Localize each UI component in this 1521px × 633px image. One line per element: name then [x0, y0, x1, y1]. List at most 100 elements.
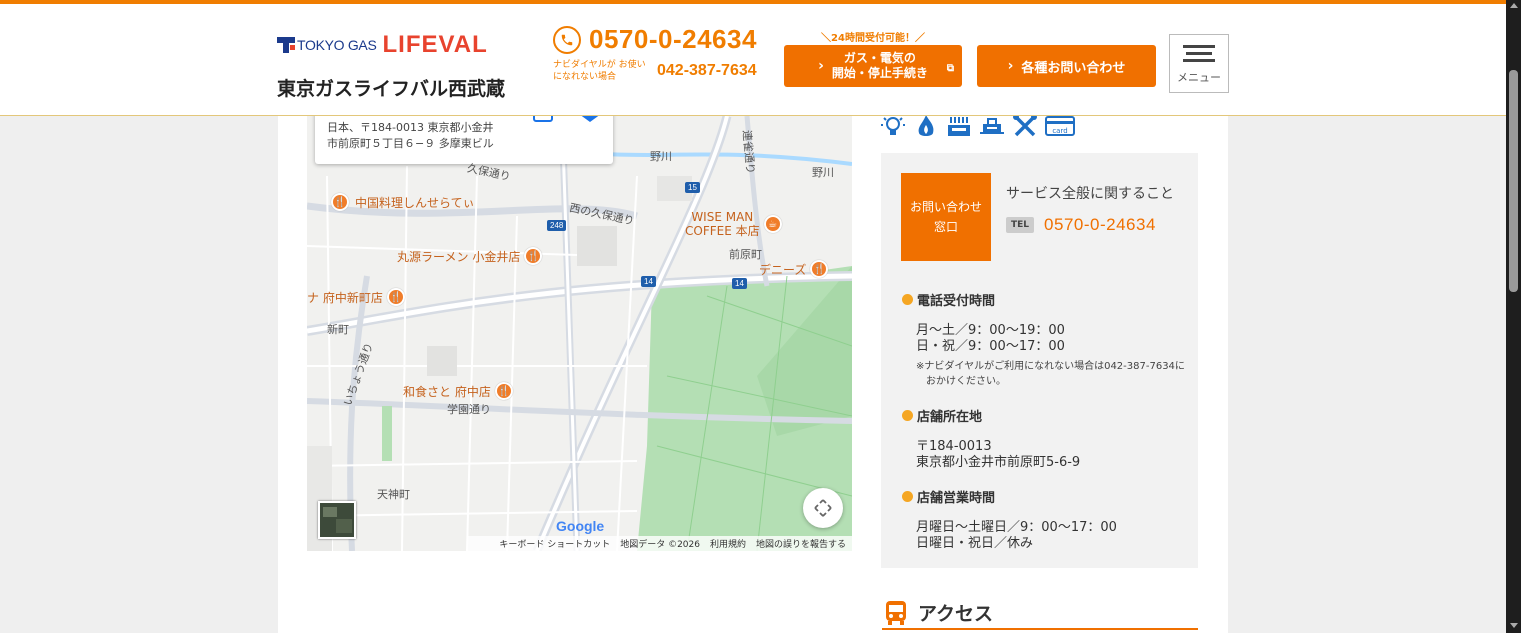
- restaurant-pin-icon: 🍴: [386, 288, 405, 306]
- map-address-card: 日本、〒184-0013 東京都小金井 市前原町５丁目６−９ 多摩東ビル: [315, 116, 613, 164]
- map-poi-label: COFFEE 本店: [685, 224, 760, 238]
- map-road-label: 天神町: [377, 488, 410, 501]
- inquiry-button[interactable]: › 各種お問い合わせ: [977, 45, 1156, 87]
- store-postal-code: 〒184-0013: [916, 439, 992, 454]
- google-map[interactable]: 日本、〒184-0013 東京都小金井 市前原町５丁目６−９ 多摩東ビル 久保通…: [307, 116, 852, 551]
- menu-button[interactable]: メニュー: [1169, 34, 1229, 93]
- map-poi[interactable]: デニーズ 🍴: [759, 260, 829, 278]
- contact-tel-number[interactable]: 0570-0-24634: [1044, 215, 1156, 235]
- contact-title: サービス全般に関すること: [1006, 186, 1174, 202]
- tools-icon: [1013, 114, 1037, 137]
- access-title: アクセス: [918, 603, 994, 625]
- site-header: TOKYO GAS LIFEVAL 東京ガスライフバル西武蔵 0570-0-24…: [0, 4, 1506, 116]
- hamburger-icon-bar: [1186, 51, 1212, 55]
- map-report-error-link[interactable]: 地図の誤りを報告する: [756, 537, 846, 550]
- menu-label: メニュー: [1177, 70, 1221, 84]
- map-road-label: 野川: [650, 150, 672, 163]
- store-info-panel: お問い合わせ 窓口 サービス全般に関すること TEL 0570-0-24634 …: [881, 153, 1198, 568]
- site-logo[interactable]: TOKYO GAS LIFEVAL 東京ガスライフバル西武蔵: [277, 22, 517, 102]
- map-poi[interactable]: 🍴 中国料理しんせらてぃ: [331, 193, 475, 211]
- map-poi-label: デニーズ: [759, 262, 807, 277]
- map-road-label: 学園通り: [447, 403, 491, 416]
- restaurant-pin-icon: 🍴: [494, 382, 513, 400]
- phone-hours-note: ※ナビダイヤルがご利用になれない場合は042-387-7634におかけください。: [916, 361, 1185, 387]
- route-shield: 15: [685, 182, 700, 193]
- map-poi-label: WISE MAN: [691, 210, 754, 224]
- restaurant-pin-icon: 🍴: [524, 247, 543, 265]
- access-heading: アクセス: [882, 597, 1198, 630]
- bullet-dot-icon: [902, 491, 913, 502]
- gas-button-note: ＼24時間受付可能！／: [821, 33, 925, 44]
- route-shield: 248: [547, 220, 567, 231]
- contact-badge-line1: お問い合わせ: [909, 200, 982, 214]
- shop-name: 東京ガスライフバル西武蔵: [277, 78, 506, 100]
- gas-electric-procedure-button[interactable]: › ガス・電気の 開始・停止手続き ⧉: [784, 45, 962, 87]
- bullet-dot-icon: [902, 294, 913, 305]
- logo-brand: TOKYO GAS LIFEVAL: [277, 22, 517, 68]
- store-location-heading: 店舗所在地: [917, 410, 983, 425]
- inquiry-button-label: 各種お問い合わせ: [1021, 60, 1126, 76]
- hamburger-icon: [1183, 44, 1215, 48]
- fullscreen-icon: [814, 499, 832, 517]
- svg-text:card: card: [1052, 127, 1067, 135]
- google-logo: Google: [556, 518, 605, 534]
- map-poi[interactable]: 丸源ラーメン 小金井店 🍴: [397, 247, 543, 265]
- bus-icon: [886, 600, 906, 625]
- water-heater-icon: [980, 118, 1004, 134]
- map-poi[interactable]: 和食さと 府中店 🍴: [403, 382, 513, 400]
- map-road-label: 前原町: [729, 248, 762, 261]
- header-phone-sub-note: ナビダイヤルが お使いになれない場合: [553, 60, 646, 82]
- map-terms-link[interactable]: 利用規約: [710, 537, 746, 550]
- tel-badge: TEL: [1006, 217, 1035, 233]
- directions-icon[interactable]: [579, 116, 601, 122]
- scrollbar-thumb[interactable]: [1509, 70, 1518, 292]
- phone-hours-heading: 電話受付時間: [917, 294, 996, 309]
- map-poi[interactable]: ナ 府中新町店 🍴: [307, 288, 405, 306]
- restaurant-pin-icon: 🍴: [810, 260, 829, 278]
- business-hours-heading: 店舗営業時間: [917, 491, 996, 506]
- page-scrollbar[interactable]: [1506, 0, 1521, 633]
- route-shield: 14: [732, 278, 747, 289]
- business-hours-section: 店舗営業時間 月曜日〜土曜日／9：00〜17：00 日曜日・祝日／休み: [902, 487, 1117, 552]
- external-link-icon: ⧉: [946, 63, 954, 74]
- map-address-line1: 日本、〒184-0013 東京都小金井: [327, 121, 494, 134]
- phone-hours-section: 電話受付時間 月〜土／9：00〜19：00 日・祝／9：00〜17：00 ※ナビ…: [902, 290, 1187, 389]
- map-poi-label: 和食さと 府中店: [403, 384, 491, 399]
- bullet-dot-icon: [902, 410, 913, 421]
- business-hours-line1: 月曜日〜土曜日／9：00〜17：00: [916, 520, 1117, 535]
- business-hours-line2: 日曜日・祝日／休み: [916, 536, 1034, 551]
- map-footer: キーボード ショートカット 地図データ ©2026 利用規約 地図の誤りを報告す…: [467, 536, 852, 551]
- flame-icon: [918, 115, 934, 136]
- map-road-label: 新町: [327, 323, 349, 336]
- hamburger-icon-bar: [1183, 58, 1215, 62]
- satellite-toggle[interactable]: [318, 501, 356, 539]
- map-road-label: 野川: [812, 166, 834, 179]
- contact-window-badge: お問い合わせ 窓口: [901, 173, 991, 261]
- lightbulb-icon: [881, 114, 905, 135]
- store-address: 東京都小金井市前原町5-6-9: [916, 455, 1081, 470]
- cafe-pin-icon: ☕: [763, 215, 782, 233]
- restaurant-pin-icon: 🍴: [331, 193, 349, 211]
- tokyo-gas-mark-icon: [277, 37, 295, 53]
- store-location-section: 店舗所在地 〒184-0013 東京都小金井市前原町5-6-9: [902, 406, 1080, 471]
- map-fullscreen-button[interactable]: [803, 488, 843, 528]
- logo-brand-large: LIFEVAL: [382, 31, 488, 58]
- map-keyboard-shortcuts-link[interactable]: キーボード ショートカット: [499, 537, 610, 550]
- gas-button-line2: 開始・停止手続き: [831, 66, 928, 80]
- gas-button-line1: ガス・電気の: [843, 51, 916, 65]
- logo-brand-small: TOKYO GAS: [297, 37, 377, 53]
- phone-hours-line2: 日・祝／9：00〜17：00: [916, 339, 1065, 354]
- open-in-maps-icon[interactable]: [533, 116, 553, 122]
- service-icons: card: [880, 113, 1075, 141]
- header-phone-sub-number[interactable]: 042-387-7634: [657, 62, 757, 80]
- header-phone-number[interactable]: 0570-0-24634: [589, 24, 757, 55]
- map-poi[interactable]: WISE MAN COFFEE 本店 ☕: [685, 210, 782, 238]
- header-phone-block: 0570-0-24634 ナビダイヤルが お使いになれない場合 042-387-…: [553, 24, 778, 94]
- scroll-down-arrow-icon[interactable]: [1510, 623, 1518, 628]
- phone-icon: [553, 25, 581, 54]
- contact-badge-line2: 窓口: [933, 220, 958, 234]
- phone-hours-line1: 月〜土／9：00〜19：00: [916, 323, 1065, 338]
- contact-tel-row: TEL 0570-0-24634: [1006, 215, 1156, 235]
- scroll-up-arrow-icon[interactable]: [1510, 3, 1518, 8]
- chevron-right-icon: ›: [818, 57, 824, 74]
